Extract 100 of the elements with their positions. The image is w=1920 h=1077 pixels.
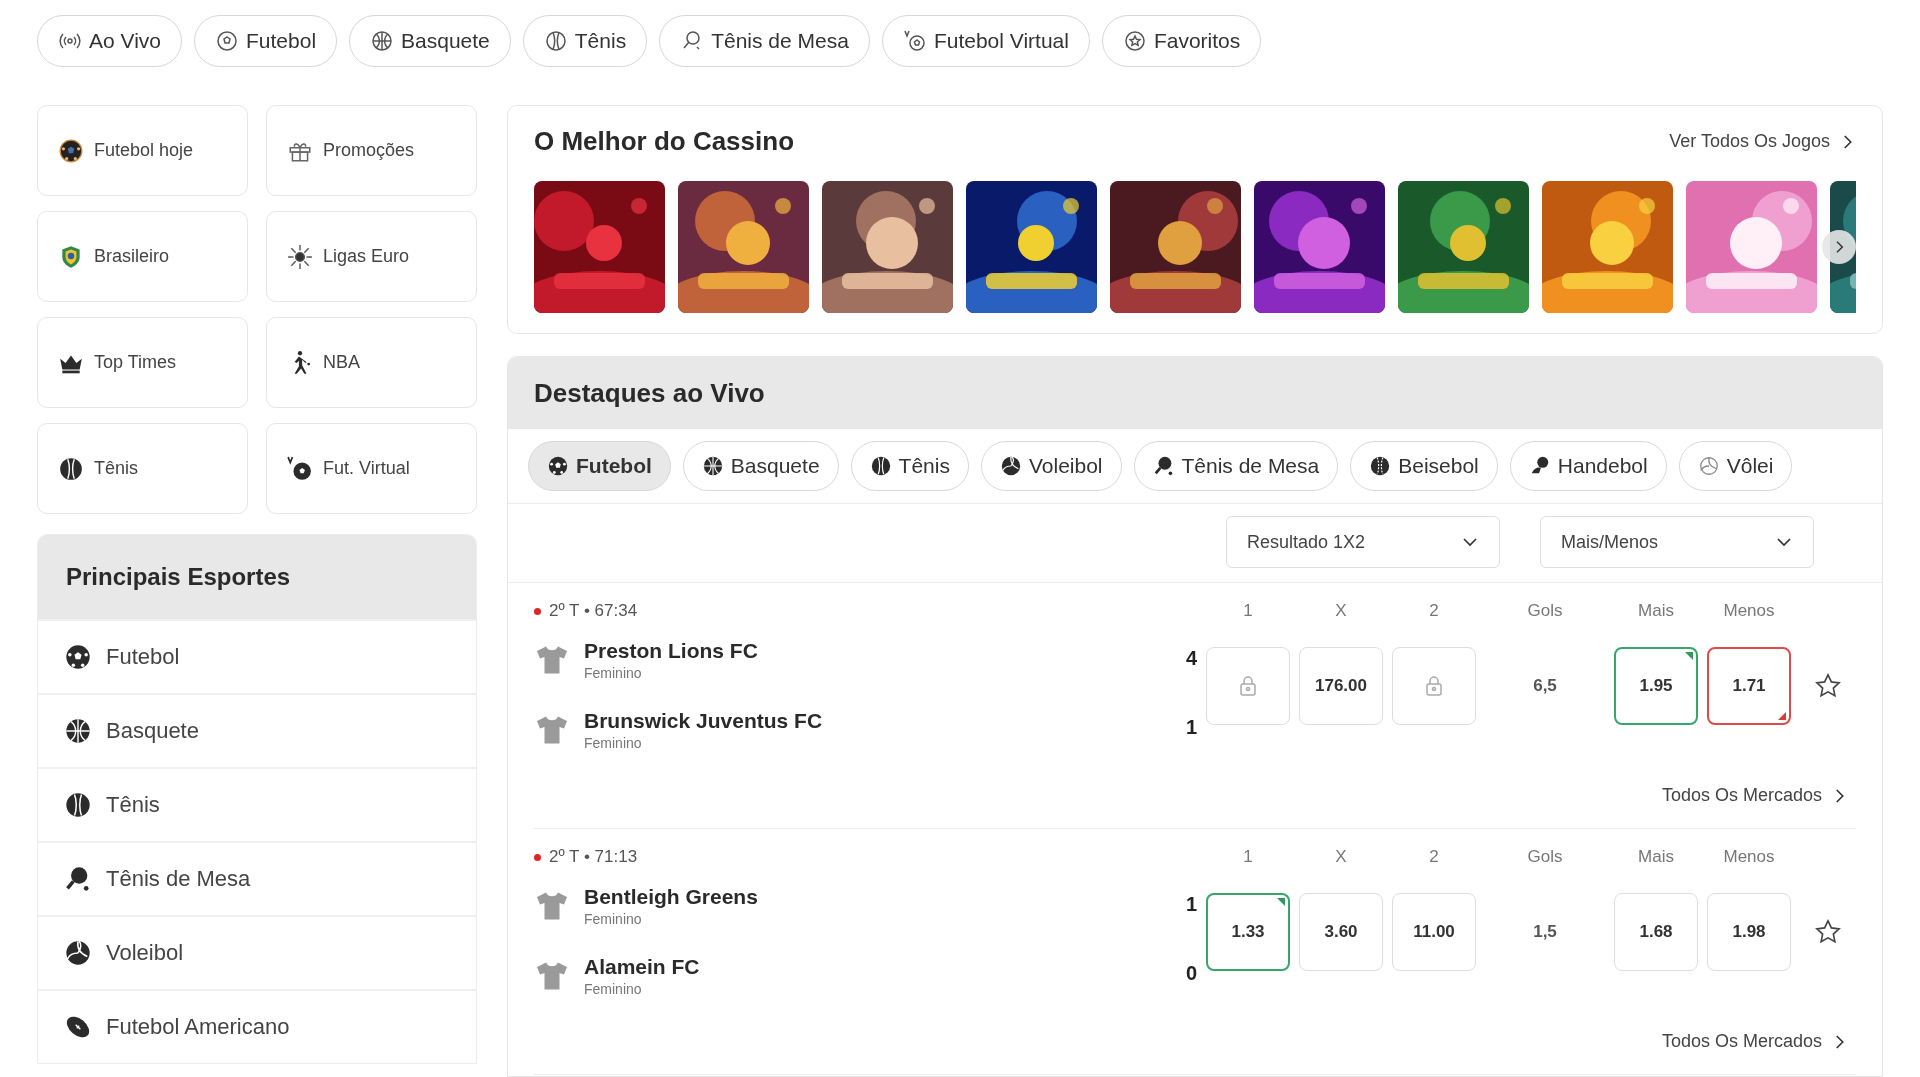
goals-line: 6,5 (1532, 676, 1558, 696)
sport-tab[interactable]: Handebol (1509, 441, 1667, 491)
tennis-ball-icon (869, 455, 892, 477)
column-label: X (1334, 601, 1348, 621)
sport-list-item[interactable]: Futebol Americano (38, 989, 476, 1063)
team-category: Feminino (584, 981, 643, 997)
sport-nav-button[interactable]: Tênis de Mesa (659, 15, 870, 67)
team-name: Bentleigh Greens (584, 885, 758, 909)
sport-nav-button[interactable]: Futebol (194, 15, 338, 67)
football-icon (64, 643, 92, 671)
odds-button[interactable]: 1.95 (1614, 647, 1698, 725)
sport-tab[interactable]: Vôlei (1678, 441, 1793, 491)
basketball-icon (370, 29, 395, 53)
column-label: X (1334, 847, 1348, 867)
baseball-icon (1369, 455, 1392, 477)
sport-nav-button[interactable]: Futebol Virtual (881, 15, 1090, 67)
tennis-ball-icon (64, 791, 92, 819)
tennis-ball-icon (58, 455, 84, 482)
sport-tab[interactable]: Beisebol (1350, 441, 1498, 491)
sport-tab[interactable]: Tênis de Mesa (1133, 441, 1339, 491)
sport-nav-button[interactable]: Tênis (522, 15, 648, 67)
see-all-link[interactable]: Ver Todos Os Jogos (1669, 131, 1856, 152)
column-label: Gols (1526, 847, 1564, 867)
quick-link-card[interactable]: Futebol hoje (37, 105, 248, 196)
star-icon (1814, 672, 1842, 700)
column-label: Menos (1722, 601, 1776, 621)
odds-button[interactable]: 1.33 (1206, 893, 1290, 971)
panel-title: Principais Esportes (66, 563, 291, 591)
virtual-football-icon (287, 455, 313, 482)
odds-up-icon (1685, 652, 1693, 660)
volleyball-icon (1697, 455, 1720, 477)
column-label: Gols (1526, 601, 1564, 621)
market-dropdown[interactable]: Resultado 1X2 (1226, 516, 1500, 568)
sport-nav-button[interactable]: Favoritos (1101, 15, 1262, 67)
sport-tab[interactable]: Futebol (528, 441, 671, 491)
column-label: Menos (1722, 847, 1776, 867)
basketball-icon (701, 455, 724, 477)
match-time: 2º T • 67:34 (534, 601, 1148, 621)
volleyball-icon (999, 455, 1022, 477)
sport-list-item[interactable]: Futebol (38, 619, 476, 693)
all-markets-link[interactable]: Todos Os Mercados (1661, 785, 1848, 806)
sport-tab[interactable]: Basquete (682, 441, 839, 491)
team-score: 0 (1185, 962, 1197, 985)
virtual-football-icon (902, 29, 927, 53)
odds-button[interactable]: 176.00 (1299, 647, 1383, 725)
odds-down-icon (1778, 712, 1786, 720)
team-name: Alamein FC (584, 955, 700, 979)
quick-link-card[interactable]: Top Times (37, 317, 248, 408)
sport-tab[interactable]: Voleibol (980, 441, 1122, 491)
column-label: 2 (1428, 847, 1440, 867)
next-button[interactable] (1822, 230, 1856, 264)
sport-list-item[interactable]: Tênis (38, 767, 476, 841)
lock-icon (1424, 675, 1444, 697)
goals-line: 1,5 (1532, 922, 1558, 942)
tennis-ball-icon (543, 29, 568, 53)
football-icon (547, 455, 569, 477)
sport-list-item[interactable]: Basquete (38, 693, 476, 767)
column-label: Mais (1637, 601, 1675, 621)
team-name: Preston Lions FC (584, 639, 758, 663)
sport-nav-button[interactable]: Ao Vivo (37, 15, 182, 67)
sport-nav-button[interactable]: Basquete (349, 15, 511, 67)
basketball-icon (64, 717, 92, 745)
odds-button[interactable]: 3.60 (1299, 893, 1383, 971)
team-category: Feminino (584, 911, 643, 927)
odds-button[interactable]: 1.98 (1707, 893, 1791, 971)
odds-button[interactable]: 1.71 (1707, 647, 1791, 725)
quick-link-card[interactable]: Promoções (266, 105, 477, 196)
market-dropdown[interactable]: Mais/Menos (1540, 516, 1814, 568)
odds-up-icon (1277, 898, 1285, 906)
burst-icon (287, 243, 313, 270)
team-score: 1 (1185, 716, 1197, 739)
team-category: Feminino (584, 665, 643, 681)
sport-tab[interactable]: Tênis (850, 441, 969, 491)
team-score: 4 (1185, 647, 1197, 670)
star-icon (1814, 918, 1842, 946)
quick-link-card[interactable]: Tênis (37, 423, 248, 514)
team-category: Feminino (584, 735, 643, 751)
column-label: 1 (1242, 847, 1254, 867)
match-time: 2º T • 71:13 (534, 847, 1148, 867)
column-label: 2 (1428, 601, 1440, 621)
all-markets-link[interactable]: Todos Os Mercados (1661, 1031, 1848, 1052)
football-icon (58, 137, 84, 164)
column-label: 1 (1242, 601, 1254, 621)
favorites-icon (1122, 29, 1147, 53)
column-label: Mais (1637, 847, 1675, 867)
section-title: Destaques ao Vivo (534, 377, 765, 409)
sport-list-item[interactable]: Voleibol (38, 915, 476, 989)
odds-button[interactable]: 11.00 (1392, 893, 1476, 971)
lock-icon (1238, 675, 1258, 697)
team-name: Brunswick Juventus FC (584, 709, 823, 733)
sport-list-item[interactable]: Tênis de Mesa (38, 841, 476, 915)
football-icon (215, 29, 239, 53)
volleyball-icon (64, 939, 92, 967)
quick-link-card[interactable]: Brasileiro (37, 211, 248, 302)
quick-link-card[interactable]: Ligas Euro (266, 211, 477, 302)
quick-link-card[interactable]: NBA (266, 317, 477, 408)
odds-button[interactable]: 1.68 (1614, 893, 1698, 971)
quick-link-card[interactable]: Fut. Virtual (266, 423, 477, 514)
section-title: O Melhor do Cassino (534, 126, 795, 157)
team-score: 1 (1185, 893, 1197, 916)
